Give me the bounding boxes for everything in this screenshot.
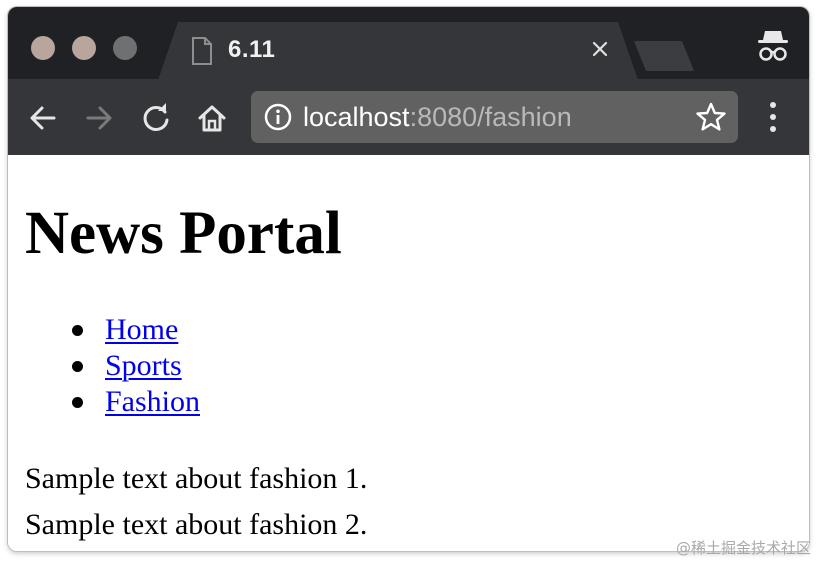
incognito-icon — [758, 31, 788, 61]
window-close-icon[interactable] — [31, 36, 55, 60]
tab-active[interactable]: 6.11 — [158, 22, 638, 80]
file-icon — [191, 37, 213, 65]
star-icon[interactable] — [695, 101, 727, 133]
paragraph: Sample text about fashion 2. — [25, 508, 368, 541]
tab-strip: 6.11 — [8, 7, 809, 79]
window-minimize-icon[interactable] — [72, 36, 96, 60]
url-text[interactable]: localhost:8080/fashion — [303, 101, 572, 133]
url-host: localhost — [303, 102, 410, 132]
list-bullet — [72, 397, 83, 408]
browser-toolbar: localhost:8080/fashion — [8, 79, 809, 155]
address-bar[interactable]: localhost:8080/fashion — [251, 91, 738, 143]
nav-link-home[interactable]: Home — [105, 313, 178, 346]
close-icon[interactable] — [590, 39, 610, 59]
window-maximize-icon[interactable] — [113, 36, 137, 60]
info-icon[interactable] — [264, 103, 292, 131]
home-icon[interactable] — [195, 101, 229, 135]
list-bullet — [72, 361, 83, 372]
url-path: :8080/fashion — [409, 102, 572, 132]
tab-title: 6.11 — [228, 36, 276, 63]
nav-link-fashion[interactable]: Fashion — [105, 385, 200, 418]
nav-item-fashion: Fashion — [72, 384, 200, 420]
paragraph: Sample text about fashion 1. — [25, 462, 368, 495]
page-content: News Portal Home Sports Fashion Sample t… — [8, 155, 809, 551]
nav-link-sports[interactable]: Sports — [105, 349, 182, 382]
nav-list: Home Sports Fashion — [72, 312, 200, 420]
list-bullet — [72, 325, 83, 336]
browser-window: 6.11 localhost:8080/fashion News Portal … — [8, 7, 809, 551]
back-arrow-icon[interactable] — [26, 101, 60, 135]
forward-arrow-icon[interactable] — [82, 101, 116, 135]
reload-icon[interactable] — [139, 101, 173, 135]
page-title: News Portal — [25, 200, 342, 267]
nav-item-sports: Sports — [72, 348, 200, 384]
new-tab-button[interactable] — [634, 41, 694, 71]
kebab-menu-icon[interactable] — [763, 99, 783, 135]
watermark: @稀土掘金技术社区 — [675, 539, 811, 557]
nav-item-home: Home — [72, 312, 200, 348]
